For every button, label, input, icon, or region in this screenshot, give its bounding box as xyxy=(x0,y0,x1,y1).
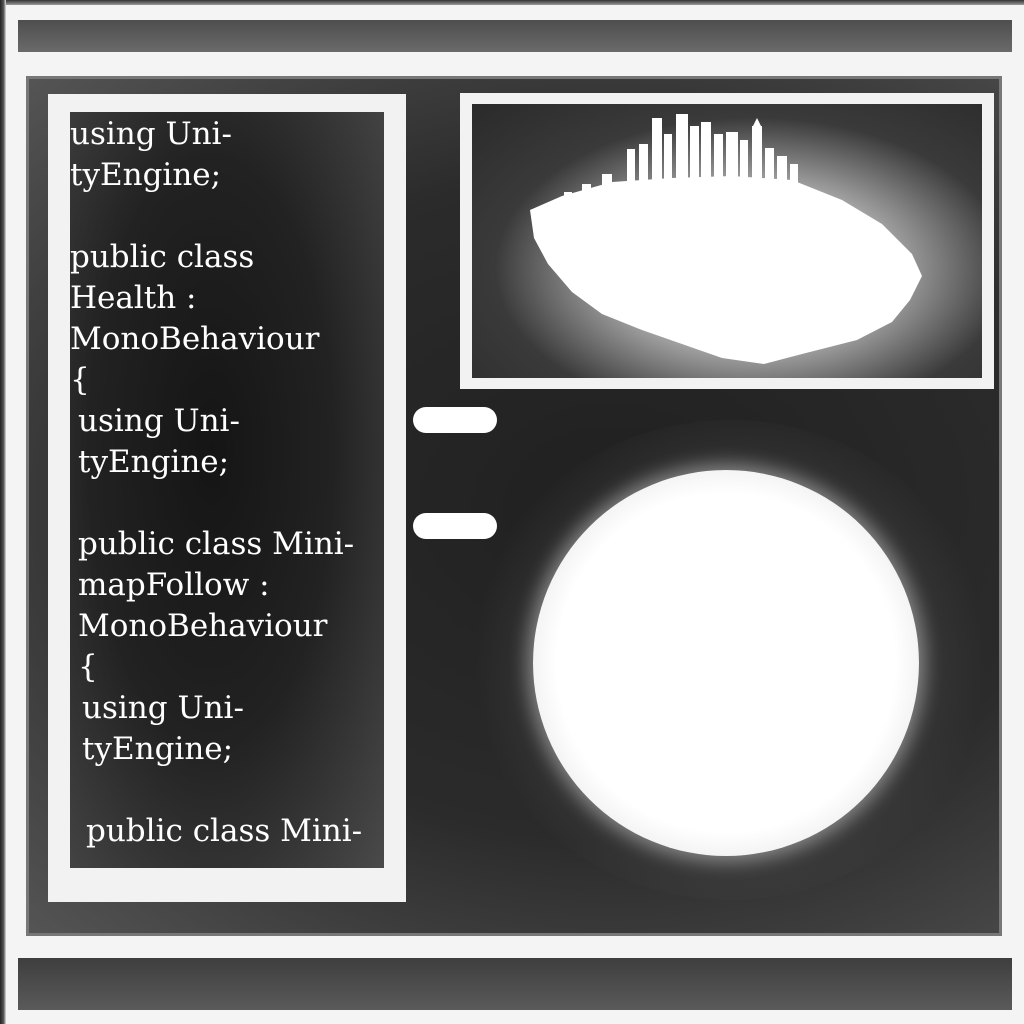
code-line: public class xyxy=(70,239,255,275)
code-line: tyEngine; xyxy=(70,157,222,193)
code-line: using Uni- xyxy=(82,690,244,726)
planet-globe-icon[interactable] xyxy=(533,470,919,856)
code-line: MonoBehaviour xyxy=(78,608,328,644)
window-edge-left xyxy=(0,0,6,1024)
code-line: using Uni- xyxy=(70,116,232,152)
code-line: { xyxy=(78,649,98,685)
code-editor[interactable]: using Uni- tyEngine; public class Health… xyxy=(70,112,384,868)
pill-button[interactable] xyxy=(413,513,497,539)
preview-viewport[interactable] xyxy=(472,104,982,378)
bottom-status-bar xyxy=(18,958,1012,1010)
code-line: tyEngine; xyxy=(82,731,234,767)
code-line: mapFollow : xyxy=(78,567,270,603)
code-line: MonoBehaviour xyxy=(70,321,320,357)
code-line: using Uni- xyxy=(78,403,240,439)
code-line: public class Mini- xyxy=(78,526,355,562)
city-island-icon xyxy=(530,114,922,364)
code-line: public class Mini- xyxy=(86,813,363,849)
pill-button[interactable] xyxy=(413,407,497,433)
code-line: Health : xyxy=(70,280,197,316)
code-line: tyEngine; xyxy=(78,444,230,480)
code-line: { xyxy=(70,362,90,398)
top-toolbar xyxy=(18,20,1012,52)
window-edge-top xyxy=(0,0,1024,5)
